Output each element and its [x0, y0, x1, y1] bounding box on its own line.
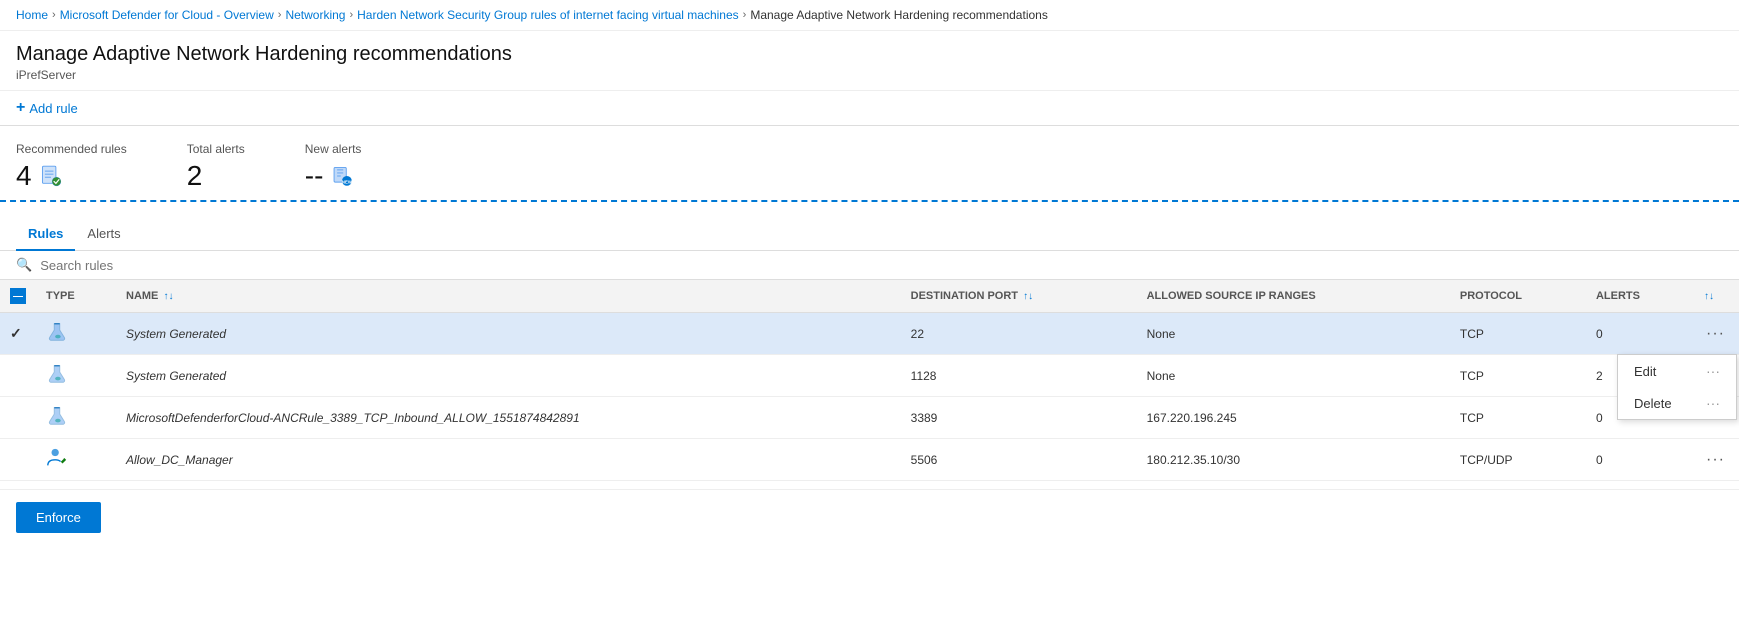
row-allowed-source: 167.220.196.245	[1137, 397, 1450, 439]
stats-row: Recommended rules 4 Total alerts 2 New a…	[0, 126, 1739, 202]
edit-ellipsis: ···	[1706, 363, 1720, 379]
header-destination-port[interactable]: DESTINATION PORT ↑↓	[901, 280, 1137, 313]
plus-icon: +	[16, 99, 25, 117]
row-protocol: TCP/UDP	[1450, 439, 1586, 481]
search-input[interactable]	[40, 258, 240, 273]
new-alerts-label: New alerts	[305, 142, 362, 156]
header-checkbox: —	[0, 280, 36, 313]
add-rule-label: Add rule	[29, 101, 77, 116]
row-ellipsis-button[interactable]: ···	[1702, 449, 1729, 471]
page-title: Manage Adaptive Network Hardening recomm…	[16, 43, 1723, 66]
enforce-button[interactable]: Enforce	[16, 502, 101, 533]
page-header: Manage Adaptive Network Hardening recomm…	[0, 31, 1739, 91]
row-actions: ···	[1692, 313, 1739, 355]
row-checkbox[interactable]	[0, 397, 36, 439]
row-type	[36, 313, 116, 355]
table-body: ✓ System Generated 22 None TCP 0 ··· Sys…	[0, 313, 1739, 481]
rules-table: — TYPE NAME ↑↓ DESTINATION PORT ↑↓ ALLOW…	[0, 280, 1739, 481]
context-menu-delete[interactable]: Delete ···	[1618, 387, 1736, 419]
breadcrumb-home[interactable]: Home	[16, 8, 48, 22]
new-alerts-icon: NEW	[331, 165, 353, 187]
tab-rules[interactable]: Rules	[16, 218, 75, 251]
row-destination-port: 22	[901, 313, 1137, 355]
add-rule-button[interactable]: + Add rule	[16, 99, 78, 117]
breadcrumb-networking[interactable]: Networking	[285, 8, 345, 22]
row-protocol: TCP	[1450, 355, 1586, 397]
recommended-rules-label: Recommended rules	[16, 142, 127, 156]
header-name[interactable]: NAME ↑↓	[116, 280, 901, 313]
header-actions: ↑↓	[1692, 280, 1739, 313]
search-bar: 🔍	[0, 251, 1739, 280]
recommended-rules-icon	[40, 165, 62, 187]
row-allowed-source: 180.212.35.10/30	[1137, 439, 1450, 481]
stat-recommended-rules: Recommended rules 4	[16, 142, 127, 192]
total-alerts-label: Total alerts	[187, 142, 245, 156]
delete-label: Delete	[1634, 396, 1672, 411]
context-menu-edit[interactable]: Edit ···	[1618, 355, 1736, 387]
breadcrumb: Home › Microsoft Defender for Cloud - Ov…	[0, 0, 1739, 31]
breadcrumb-current: Manage Adaptive Network Hardening recomm…	[750, 8, 1048, 22]
row-checkbox[interactable]: ✓	[0, 313, 36, 355]
row-protocol: TCP	[1450, 313, 1586, 355]
row-actions: ···	[1692, 439, 1739, 481]
tab-alerts[interactable]: Alerts	[75, 218, 132, 251]
row-allowed-source: None	[1137, 355, 1450, 397]
row-protocol: TCP	[1450, 397, 1586, 439]
row-allowed-source: None	[1137, 313, 1450, 355]
breadcrumb-harden[interactable]: Harden Network Security Group rules of i…	[357, 8, 739, 22]
header-allowed-source: ALLOWED SOURCE IP RANGES	[1137, 280, 1450, 313]
table-row[interactable]: System Generated 1128 None TCP 2 ···	[0, 355, 1739, 397]
type-icon	[46, 458, 68, 472]
row-type	[36, 397, 116, 439]
table-container: — TYPE NAME ↑↓ DESTINATION PORT ↑↓ ALLOW…	[0, 280, 1739, 481]
table-row[interactable]: MicrosoftDefenderforCloud-ANCRule_3389_T…	[0, 397, 1739, 439]
type-icon	[46, 374, 68, 388]
edit-label: Edit	[1634, 364, 1656, 379]
stat-total-alerts: Total alerts 2	[187, 142, 245, 192]
row-alerts: 0	[1586, 313, 1692, 355]
port-sort-icon: ↑↓	[1023, 291, 1033, 302]
row-type	[36, 355, 116, 397]
row-ellipsis-button[interactable]: ···	[1702, 323, 1729, 345]
row-name: System Generated	[116, 355, 901, 397]
toolbar: + Add rule	[0, 91, 1739, 126]
search-icon: 🔍	[16, 257, 32, 273]
context-menu: Edit ··· Delete ···	[1617, 354, 1737, 420]
row-destination-port: 3389	[901, 397, 1137, 439]
header-protocol: PROTOCOL	[1450, 280, 1586, 313]
row-name: MicrosoftDefenderforCloud-ANCRule_3389_T…	[116, 397, 901, 439]
table-row[interactable]: ✓ System Generated 22 None TCP 0 ···	[0, 313, 1739, 355]
new-alerts-value: --	[305, 160, 324, 192]
breadcrumb-defender[interactable]: Microsoft Defender for Cloud - Overview	[60, 8, 274, 22]
stat-new-alerts: New alerts -- NEW	[305, 142, 362, 192]
row-checkbox[interactable]	[0, 439, 36, 481]
svg-text:NEW: NEW	[342, 179, 353, 184]
type-icon	[46, 332, 68, 346]
row-name: Allow_DC_Manager	[116, 439, 901, 481]
table-row[interactable]: Allow_DC_Manager 5506 180.212.35.10/30 T…	[0, 439, 1739, 481]
row-checkbox[interactable]	[0, 355, 36, 397]
type-icon	[46, 416, 68, 430]
table-header-row: — TYPE NAME ↑↓ DESTINATION PORT ↑↓ ALLOW…	[0, 280, 1739, 313]
row-name: System Generated	[116, 313, 901, 355]
row-type	[36, 439, 116, 481]
row-destination-port: 1128	[901, 355, 1137, 397]
header-alerts: ALERTS	[1586, 280, 1692, 313]
row-destination-port: 5506	[901, 439, 1137, 481]
total-alerts-value: 2	[187, 160, 203, 192]
page-subtitle: iPrefServer	[16, 68, 1723, 82]
row-alerts: 0	[1586, 439, 1692, 481]
footer: Enforce	[0, 489, 1739, 545]
tabs: Rules Alerts	[0, 218, 1739, 251]
delete-ellipsis: ···	[1706, 395, 1720, 411]
header-type: TYPE	[36, 280, 116, 313]
name-sort-icon: ↑↓	[163, 291, 173, 302]
recommended-rules-value: 4	[16, 160, 32, 192]
